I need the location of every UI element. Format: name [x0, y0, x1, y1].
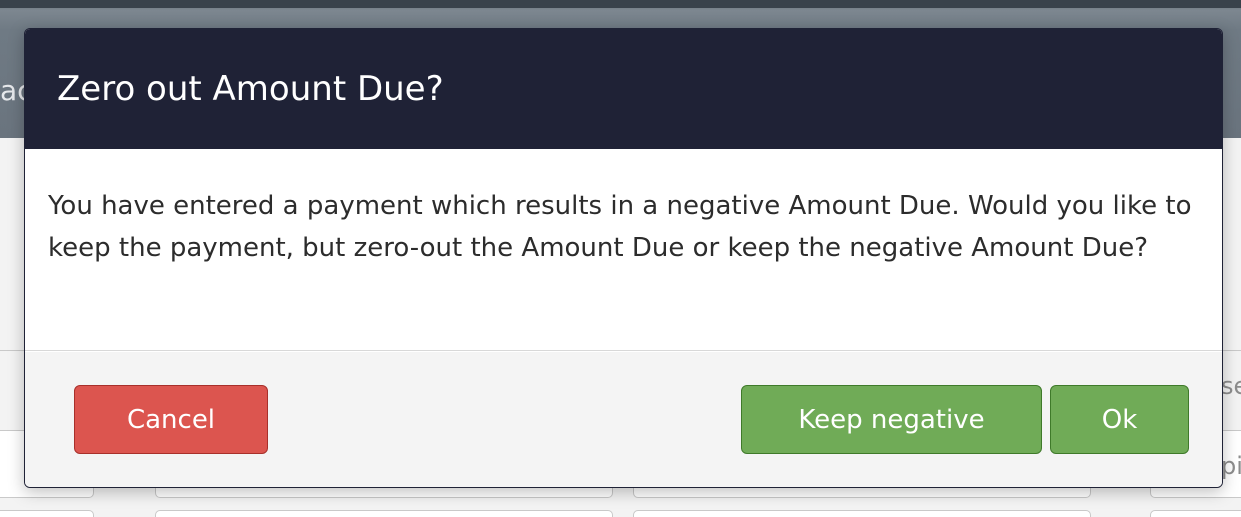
keep-negative-button[interactable]: Keep negative [741, 385, 1042, 454]
ok-button[interactable]: Ok [1050, 385, 1189, 454]
dialog-title: Zero out Amount Due? [57, 69, 444, 109]
confirm-dialog: Zero out Amount Due? You have entered a … [24, 28, 1223, 488]
cancel-button[interactable]: Cancel [74, 385, 268, 454]
dialog-body: You have entered a payment which results… [25, 149, 1222, 351]
dialog-header: Zero out Amount Due? [25, 29, 1222, 149]
dialog-message: You have entered a payment which results… [48, 191, 1192, 263]
dialog-footer: Cancel Keep negative Ok [25, 352, 1222, 487]
